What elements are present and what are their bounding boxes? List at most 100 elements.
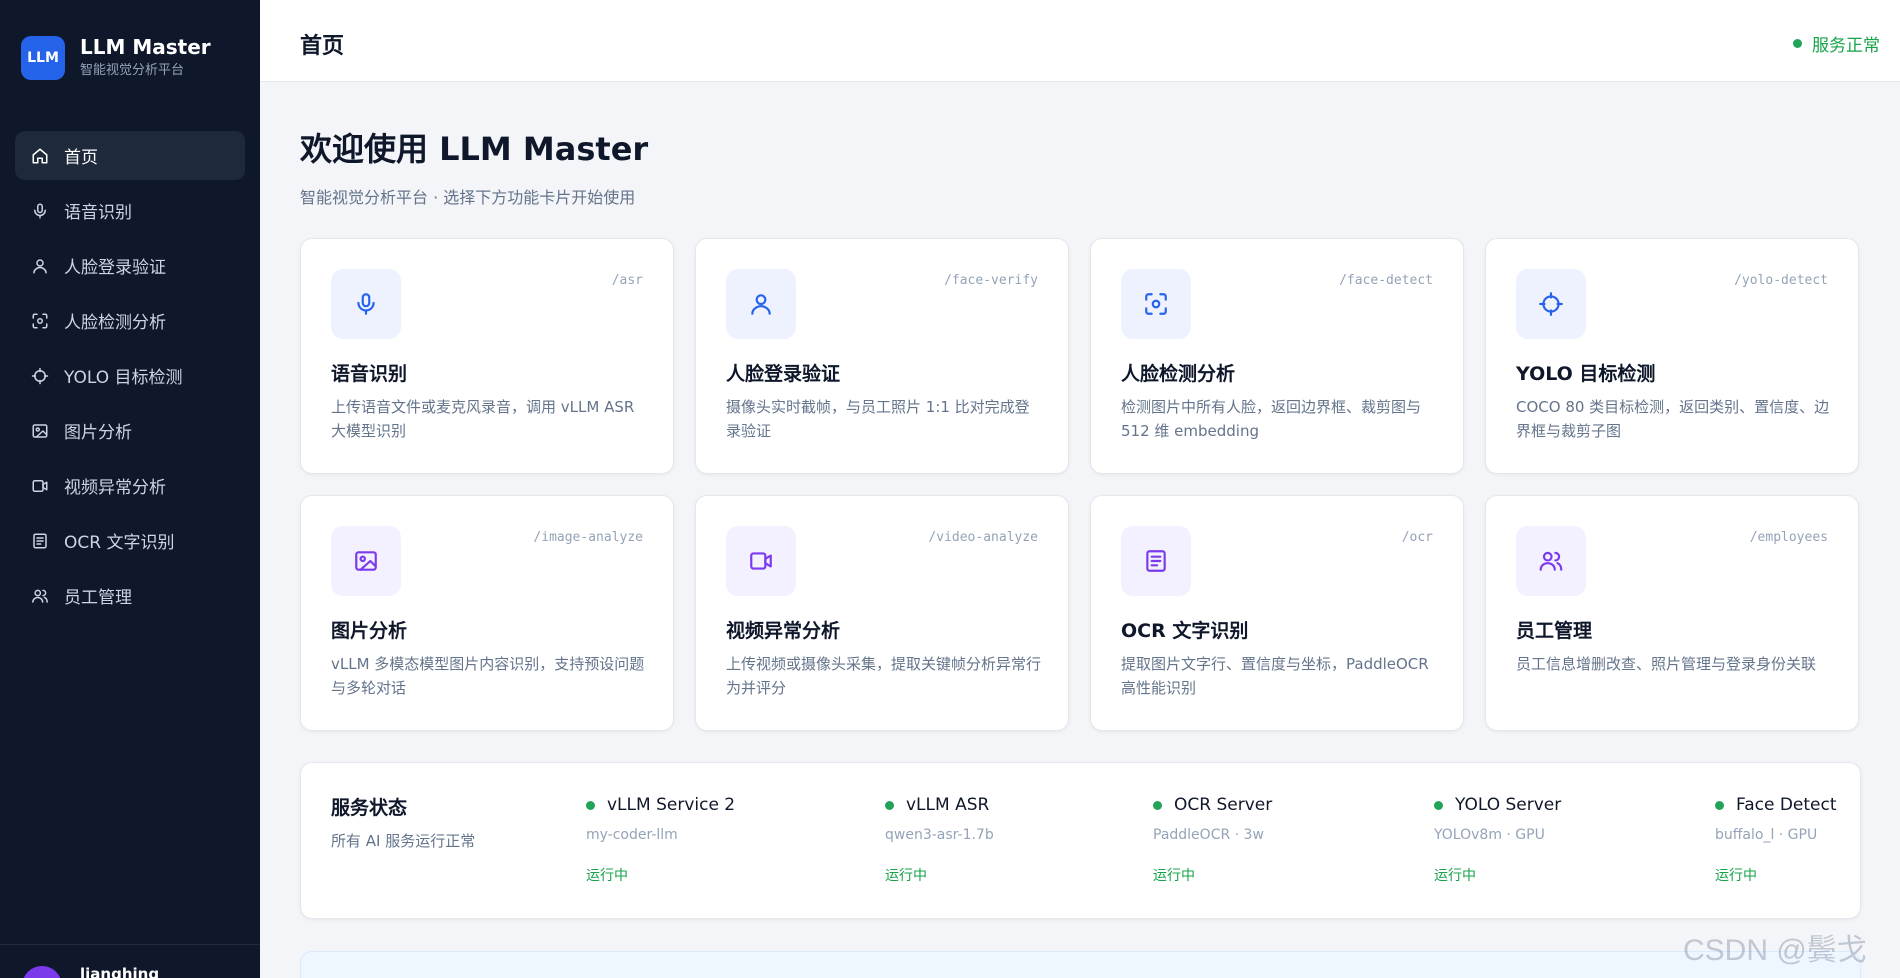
service-item: vLLM ASR qwen3-asr-1.7b 运行中 — [885, 795, 994, 885]
card-title: YOLO 目标检测 — [1516, 363, 1656, 385]
sidebar-item-face-verify[interactable]: 人脸登录验证 — [15, 241, 245, 290]
card-route: /employees — [1749, 530, 1828, 545]
crosshair-icon — [31, 367, 49, 385]
bottom-info-panel — [300, 951, 1861, 978]
home-icon — [31, 147, 49, 165]
card-title: OCR 文字识别 — [1121, 620, 1249, 642]
card-face-verify[interactable]: /face-verify 人脸登录验证 摄像头实时截帧，与员工照片 1:1 比对… — [695, 238, 1069, 474]
brand-title: LLM Master — [80, 35, 211, 59]
service-meta: qwen3-asr-1.7b — [885, 827, 994, 843]
status-dot-icon — [1153, 800, 1162, 810]
sidebar-item-employees[interactable]: 员工管理 — [15, 571, 245, 620]
card-route: /image-analyze — [533, 530, 643, 545]
users-icon — [31, 587, 49, 605]
service-meta: PaddleOCR · 3w — [1153, 827, 1264, 843]
sidebar-item-label: OCR 文字识别 — [64, 533, 175, 553]
microphone-icon — [331, 269, 401, 339]
sidebar-item-home[interactable]: 首页 — [15, 131, 245, 180]
card-image-analyze[interactable]: /image-analyze 图片分析 vLLM 多模态模型图片内容识别，支持预… — [300, 495, 674, 731]
sidebar-item-asr[interactable]: 语音识别 — [15, 186, 245, 235]
sidebar-item-label: 视频异常分析 — [64, 478, 166, 498]
service-name: OCR Server — [1174, 795, 1273, 815]
image-icon — [331, 526, 401, 596]
service-state: 运行中 — [1153, 868, 1195, 884]
sidebar-item-label: 图片分析 — [64, 423, 132, 443]
page-title: 首页 — [300, 34, 345, 59]
service-state: 运行中 — [1715, 868, 1757, 884]
document-icon — [1121, 526, 1191, 596]
card-route: /yolo-detect — [1734, 273, 1828, 288]
user-icon — [31, 257, 49, 275]
sidebar-item-label: 语音识别 — [64, 203, 132, 223]
sidebar-item-ocr[interactable]: OCR 文字识别 — [15, 516, 245, 565]
card-yolo-detect[interactable]: /yolo-detect YOLO 目标检测 COCO 80 类目标检测，返回类… — [1485, 238, 1859, 474]
card-description: 提取图片文字行、置信度与坐标，PaddleOCR 高性能识别 — [1121, 655, 1429, 697]
service-state: 运行中 — [586, 868, 628, 884]
service-item: YOLO Server YOLOv8m · GPU 运行中 — [1434, 795, 1561, 885]
status-dot-icon — [1715, 800, 1724, 810]
crosshair-icon — [1516, 269, 1586, 339]
status-badge: 服务正常 — [1793, 31, 1880, 56]
service-name: vLLM ASR — [906, 795, 990, 815]
card-title: 视频异常分析 — [726, 620, 841, 642]
avatar[interactable] — [22, 966, 62, 978]
sidebar-item-label: 人脸登录验证 — [64, 258, 166, 278]
microphone-icon — [31, 202, 49, 220]
status-dot-icon — [1434, 800, 1443, 810]
service-state: 运行中 — [1434, 868, 1476, 884]
user-icon — [726, 269, 796, 339]
welcome-title: 欢迎使用 LLM Master — [300, 130, 649, 168]
sidebar-item-label: 首页 — [64, 148, 98, 168]
service-item: Face Detect buffalo_l · GPU 运行中 — [1715, 795, 1837, 885]
brand-subtitle: 智能视觉分析平台 — [80, 63, 185, 78]
card-description: 检测图片中所有人脸，返回边界框、裁剪图与 512 维 embedding — [1121, 398, 1422, 440]
service-status-subtitle: 所有 AI 服务运行正常 — [331, 832, 476, 850]
service-status-panel: 服务状态 所有 AI 服务运行正常 vLLM Service 2 my-code… — [300, 762, 1861, 919]
service-meta: buffalo_l · GPU — [1715, 827, 1818, 843]
status-dot-icon — [1793, 39, 1802, 48]
sidebar-item-yolo[interactable]: YOLO 目标检测 — [15, 351, 245, 400]
card-route: /video-analyze — [928, 530, 1038, 545]
card-asr[interactable]: /asr 语音识别 上传语音文件或麦克风录音，调用 vLLM ASR 大模型识别 — [300, 238, 674, 474]
sidebar: LLM LLM Master 智能视觉分析平台 首页 语音识别 人脸登录验证 人… — [0, 0, 260, 978]
card-video-analyze[interactable]: /video-analyze 视频异常分析 上传视频或摄像头采集，提取关键帧分析… — [695, 495, 1069, 731]
service-name: vLLM Service 2 — [607, 795, 736, 815]
document-icon — [31, 532, 49, 550]
card-description: 上传视频或摄像头采集，提取关键帧分析异常行为并评分 — [726, 655, 1042, 697]
face-scan-icon — [31, 312, 49, 330]
sidebar-nav: 首页 语音识别 人脸登录验证 人脸检测分析 YOLO 目标检测 图片分析 视频异… — [15, 131, 245, 626]
service-meta: my-coder-llm — [586, 827, 678, 843]
user-name: lianghing — [80, 965, 160, 978]
brand[interactable]: LLM LLM Master 智能视觉分析平台 — [21, 35, 211, 81]
video-icon — [726, 526, 796, 596]
service-name: YOLO Server — [1455, 795, 1562, 815]
card-title: 人脸检测分析 — [1121, 363, 1236, 385]
sidebar-item-label: YOLO 目标检测 — [64, 368, 183, 388]
card-route: /face-verify — [944, 273, 1038, 288]
users-icon — [1516, 526, 1586, 596]
sidebar-item-face-detect[interactable]: 人脸检测分析 — [15, 296, 245, 345]
card-description: vLLM 多模态模型图片内容识别，支持预设问题与多轮对话 — [331, 655, 645, 697]
card-route: /ocr — [1401, 530, 1433, 545]
card-employees[interactable]: /employees 员工管理 员工信息增删改查、照片管理与登录身份关联 — [1485, 495, 1859, 731]
feature-cards: /asr 语音识别 上传语音文件或麦克风录音，调用 vLLM ASR 大模型识别… — [300, 238, 1861, 731]
sidebar-item-image-analyze[interactable]: 图片分析 — [15, 406, 245, 455]
card-face-detect[interactable]: /face-detect 人脸检测分析 检测图片中所有人脸，返回边界框、裁剪图与… — [1090, 238, 1464, 474]
service-name: Face Detect — [1736, 795, 1837, 815]
sidebar-divider — [0, 944, 260, 945]
card-ocr[interactable]: /ocr OCR 文字识别 提取图片文字行、置信度与坐标，PaddleOCR 高… — [1090, 495, 1464, 731]
face-scan-icon — [1121, 269, 1191, 339]
service-item: vLLM Service 2 my-coder-llm 运行中 — [586, 795, 735, 885]
status-dot-icon — [586, 800, 595, 810]
card-description: 摄像头实时截帧，与员工照片 1:1 比对完成登录验证 — [726, 398, 1030, 440]
sidebar-item-label: 人脸检测分析 — [64, 313, 166, 333]
watermark: CSDN @鬓戈 — [1683, 934, 1867, 967]
card-description: COCO 80 类目标检测，返回类别、置信度、边界框与裁剪子图 — [1516, 398, 1830, 440]
card-description: 员工信息增删改查、照片管理与登录身份关联 — [1516, 655, 1817, 673]
service-status-title: 服务状态 — [331, 797, 408, 819]
status-text: 服务正常 — [1812, 36, 1880, 56]
card-title: 语音识别 — [331, 363, 408, 385]
image-icon — [31, 422, 49, 440]
sidebar-item-video-analyze[interactable]: 视频异常分析 — [15, 461, 245, 510]
top-header: 首页 服务正常 — [260, 0, 1900, 82]
